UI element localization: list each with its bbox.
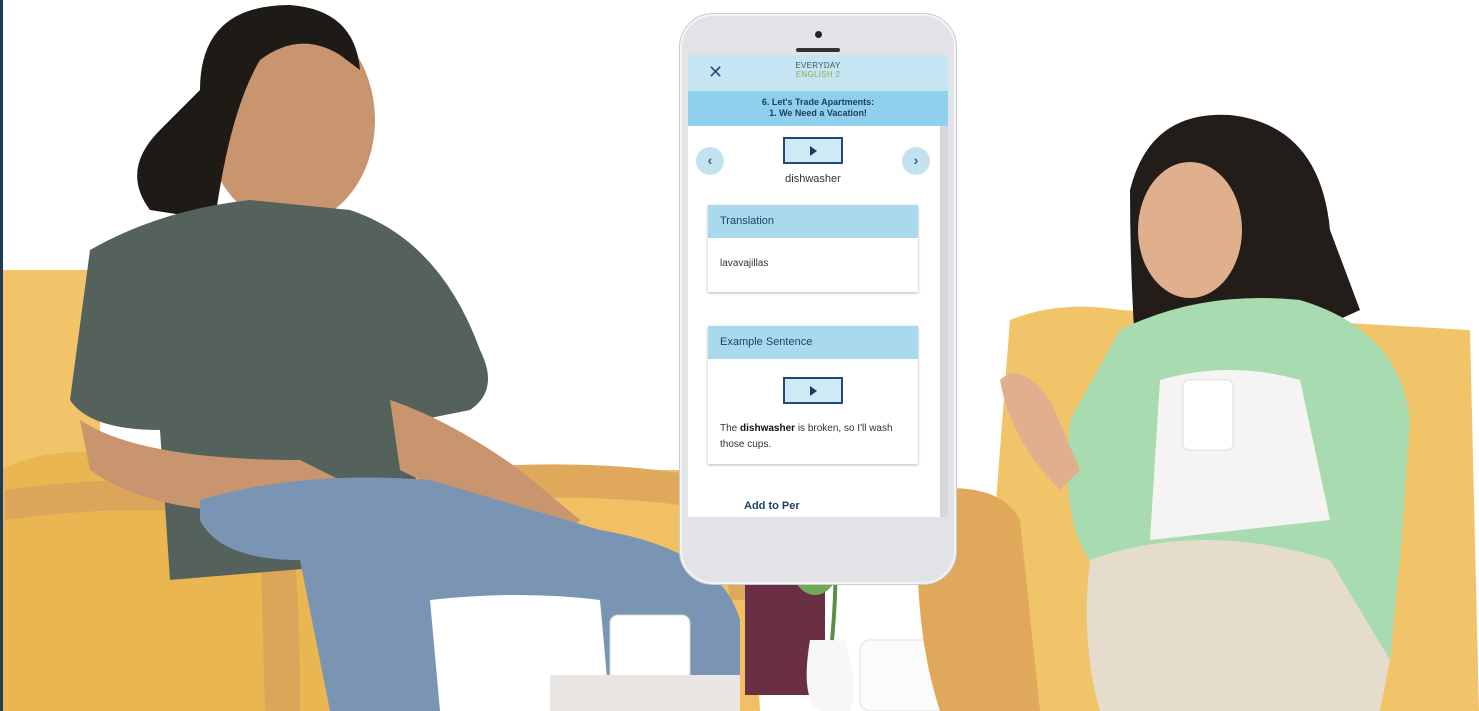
brand-line-1: EVERYDAY <box>795 61 841 70</box>
play-icon <box>809 146 817 156</box>
sentence-keyword: dishwasher <box>740 423 796 434</box>
add-to-list-link[interactable]: Add to Per <box>744 500 800 512</box>
play-icon <box>809 386 817 396</box>
example-sentence-header: Example Sentence <box>708 326 918 359</box>
lesson-title-bar: 6. Let's Trade Apartments: 1. We Need a … <box>688 91 948 126</box>
example-sentence-text: The dishwasher is broken, so I'll wash t… <box>720 421 906 453</box>
left-edge-border <box>0 0 3 711</box>
translation-header: Translation <box>708 205 918 238</box>
app-header: ✕ EVERYDAY ENGLISH 2 <box>688 55 948 91</box>
phone-speaker <box>796 48 840 52</box>
app-logo: EVERYDAY ENGLISH 2 <box>768 61 868 79</box>
play-word-button[interactable] <box>783 137 843 164</box>
scrollbar[interactable] <box>940 126 948 517</box>
chevron-right-icon[interactable]: › <box>902 147 930 175</box>
play-example-button[interactable] <box>783 377 843 404</box>
brand-line-2: ENGLISH 2 <box>795 70 841 79</box>
lesson-title-line-2: 1. We Need a Vacation! <box>769 108 867 118</box>
sentence-prefix: The <box>720 423 738 434</box>
phone-screen: ✕ EVERYDAY ENGLISH 2 6. Let's Trade Apar… <box>688 55 948 517</box>
phone-camera <box>815 31 822 38</box>
translation-value: lavavajillas <box>720 258 769 269</box>
lesson-title-line-1: 6. Let's Trade Apartments: <box>761 97 875 107</box>
vocab-word: dishwasher <box>785 173 841 185</box>
close-icon[interactable]: ✕ <box>708 61 723 83</box>
translation-card: Translation lavavajillas <box>708 205 918 292</box>
chevron-left-icon[interactable]: ‹ <box>696 147 724 175</box>
